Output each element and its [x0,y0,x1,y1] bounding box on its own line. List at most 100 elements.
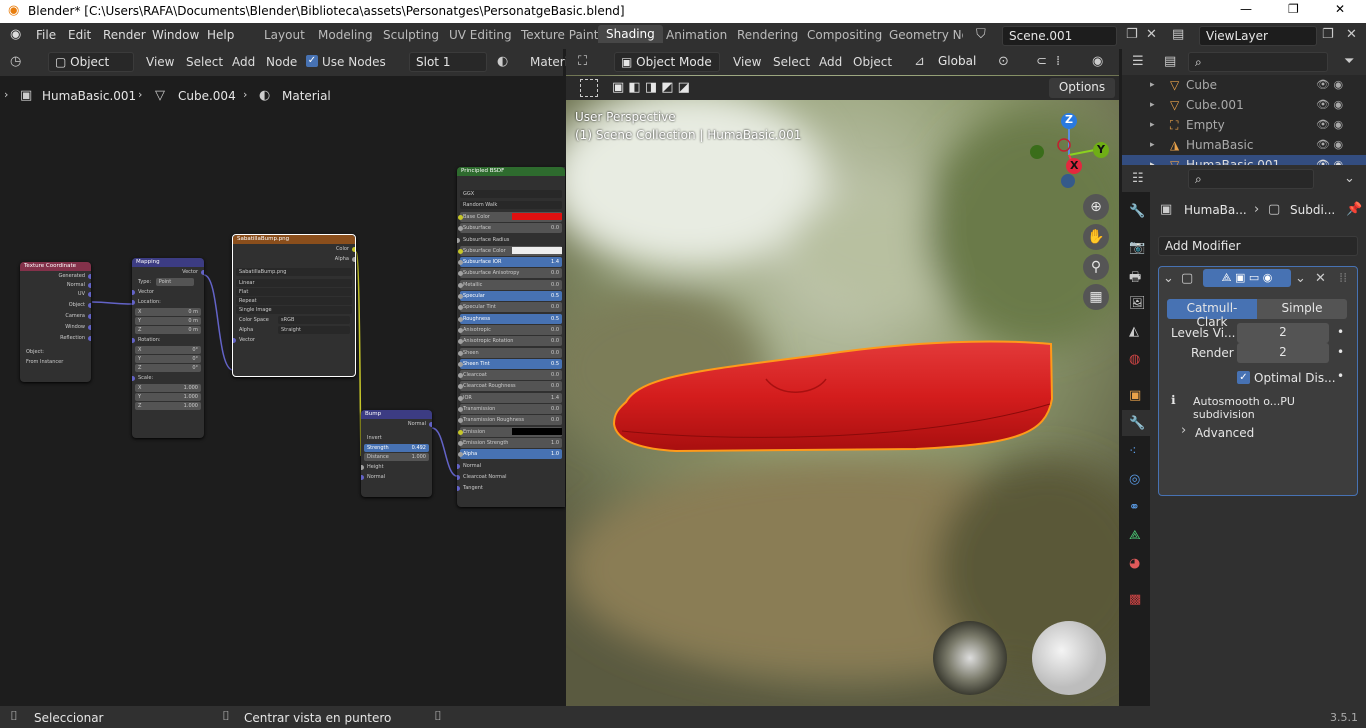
data-tab-icon[interactable]: ⟁ [1129,528,1141,543]
input-socket[interactable] [458,350,463,356]
visibility-toggle-icons[interactable]: 👁 ◉ [1316,155,1343,165]
view-layer-tab-icon[interactable]: 🖼 [1129,296,1146,311]
expand-arrow-icon[interactable]: ▸ [1150,135,1155,155]
bsdf-input-row[interactable]: Alpha 1.0 [458,449,562,460]
new-scene-icon[interactable]: ❐ [1126,27,1138,42]
input-socket[interactable] [457,474,460,480]
input-socket[interactable] [458,248,463,254]
add-modifier-dropdown[interactable]: Add Modifier [1158,236,1358,256]
visibility-toggle-icons[interactable]: 👁 ◉ [1316,135,1343,155]
bsdf-input-row[interactable]: Subsurface Anisotropy 0.0 [458,268,562,279]
modifier-menu-chevron-icon[interactable]: ⌄ [1295,271,1306,286]
proportional-edit-icon[interactable]: ◉ [1092,54,1103,69]
keyframe-dot[interactable]: • [1337,325,1344,339]
principled-bsdf-node[interactable]: Principled BSDF GGX Random Walk Base Col… [457,167,565,507]
bsdf-input-row[interactable]: Sheen 0.0 [458,347,562,358]
input-socket[interactable] [457,463,460,469]
bsdf-input-row[interactable]: Specular 0.5 [458,291,562,302]
visibility-toggle-icons[interactable]: 👁 ◉ [1316,75,1343,95]
properties-editor-icon[interactable]: ☷ [1132,171,1144,186]
bsdf-input-row[interactable]: Emission Strength 1.0 [458,437,562,448]
input-socket[interactable] [458,327,463,333]
snap-target-icon[interactable]: ⁞ [1056,54,1060,69]
visibility-toggle-icons[interactable]: 👁 ◉ [1316,115,1343,135]
bsdf-input-row[interactable]: Subsurface IOR 1.4 [458,257,562,268]
wrench-icon[interactable]: 🔧 [1129,416,1145,431]
optimal-display-checkbox[interactable]: ✓ [1237,371,1250,384]
bsdf-input-row[interactable]: Tangent [457,483,565,493]
select-box-tool-icon[interactable] [580,79,598,97]
render-tab-icon[interactable]: 📷 [1129,240,1145,255]
snap-icon[interactable]: ⊂ [1036,54,1047,69]
tab-compositing[interactable]: Compositing [807,28,882,42]
texture-coordinate-node[interactable]: Texture Coordinate Generated Normal UV O… [20,262,91,382]
levels-viewport-field[interactable]: 2 [1237,323,1329,343]
bsdf-input-row[interactable]: Transmission 0.0 [458,404,562,415]
expand-arrow-icon[interactable]: ▸ [1150,155,1155,165]
base-color-swatch[interactable] [512,213,562,220]
properties-search-input[interactable]: ⌕ [1188,169,1314,189]
vp-menu-select[interactable]: Select [773,55,810,69]
minimize-button[interactable]: — [1240,2,1252,16]
bsdf-input-row[interactable]: IOR 1.4 [458,392,562,403]
tab-geometry-nodes[interactable]: Geometry Noc [889,28,963,42]
expand-arrow-icon[interactable]: ▸ [1150,75,1155,95]
options-button[interactable]: Options [1049,78,1115,98]
input-socket[interactable] [458,316,463,322]
input-socket[interactable] [458,395,463,401]
tab-animation[interactable]: Animation [666,28,727,42]
input-socket[interactable] [458,440,463,446]
modifier-visibility-toggles[interactable]: ⟁ ▣ ▭ ◉ [1203,269,1291,287]
bsdf-input-row[interactable]: Subsurface 0.0 [458,223,562,234]
bsdf-input-row[interactable]: Specular Tint 0.0 [458,302,562,313]
selection-mode-icons[interactable]: ▣ ◧ ◨ ◩ ◪ [612,80,690,95]
scene-selector[interactable]: Scene.001 [1002,26,1117,46]
input-socket[interactable] [457,237,460,243]
physics-tab-icon[interactable]: ◎ [1129,472,1140,487]
bsdf-input-row[interactable]: Clearcoat 0.0 [458,370,562,381]
outliner-item[interactable]: ▸ ⛶ Empty 👁 ◉ [1122,115,1366,135]
object-tab-icon[interactable]: ▣ [1129,388,1141,403]
bsdf-input-row[interactable]: Clearcoat Normal [457,472,565,482]
image-texture-node[interactable]: SabatillaBump.png Color Alpha SabatillaB… [232,234,356,377]
delete-scene-icon[interactable]: ✕ [1146,27,1157,42]
bsdf-input-row[interactable]: Transmission Roughness 0.0 [458,415,562,426]
outliner-editor-icon[interactable]: ☰ [1132,54,1144,69]
bsdf-input-row[interactable]: Subsurface Radius [457,235,565,245]
pin-icon[interactable]: 📌 [1346,202,1362,217]
input-socket[interactable] [458,282,463,288]
bump-node[interactable]: Bump Normal Invert Strength 0.492 Distanc… [361,410,432,497]
chevron-right-icon[interactable]: › [1181,423,1186,438]
bsdf-input-row[interactable]: Sheen Tint 0.5 [458,358,562,369]
viewlayer-selector[interactable]: ViewLayer [1199,26,1317,46]
catmull-clark-button[interactable]: Catmull-Clark [1167,299,1257,329]
bsdf-input-row[interactable]: Base Color [458,212,562,222]
filter-icon[interactable]: ⏷ [1344,54,1354,69]
chevron-down-icon[interactable]: ⌄ [1163,271,1174,286]
advanced-panel-label[interactable]: Advanced [1195,426,1254,440]
input-socket[interactable] [457,486,460,492]
scene-tab-icon[interactable]: ◭ [1129,324,1139,339]
editor-type-icon[interactable]: ⛶ [578,54,587,69]
tool-tab-icon[interactable]: 🔧 [1129,204,1145,219]
material-tab-icon[interactable]: ◕ [1129,556,1140,571]
texture-tab-icon[interactable]: ▩ [1129,592,1141,607]
emission-color-swatch[interactable] [512,427,562,435]
outliner-item[interactable]: ▸ ▽ Cube.001 👁 ◉ [1122,95,1366,115]
render-levels-field[interactable]: 2 [1237,343,1329,363]
bsdf-input-row[interactable]: Roughness 0.5 [458,313,562,324]
keyframe-dot[interactable]: • [1337,369,1344,383]
new-viewlayer-icon[interactable]: ❐ [1322,27,1334,42]
particles-tab-icon[interactable]: ⁖ [1129,444,1137,459]
zoom-icon[interactable]: ⊕ [1083,194,1109,220]
pivot-icon[interactable]: ⊙ [998,54,1009,69]
bsdf-input-row[interactable]: Clearcoat Roughness 0.0 [458,381,562,392]
mapping-node[interactable]: Mapping Vector Type: Point Vector Locati… [132,258,204,438]
world-tab-icon[interactable]: ◍ [1129,352,1140,367]
drag-handle-icon[interactable]: ⁞⁞ [1339,271,1347,286]
bsdf-input-row[interactable]: Metallic 0.0 [458,279,562,290]
bsdf-input-row[interactable]: Anisotropic Rotation 0.0 [458,336,562,347]
bsdf-input-row[interactable]: Emission [458,426,562,437]
input-socket[interactable] [458,361,463,367]
maximize-button[interactable]: ❐ [1288,2,1299,16]
